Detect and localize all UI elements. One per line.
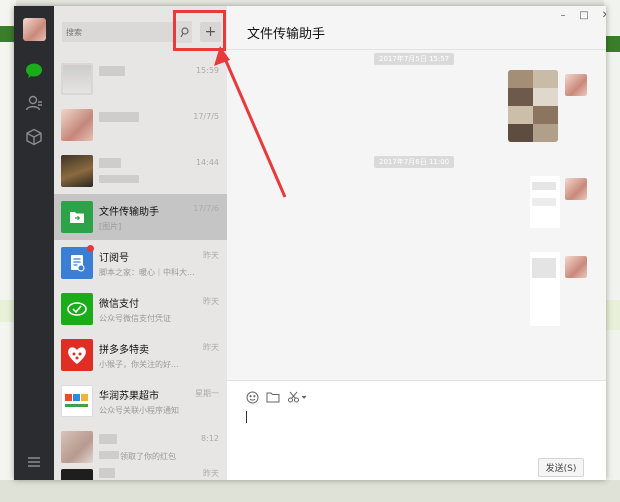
blurred-name (99, 112, 139, 122)
screenshot-scissors-icon[interactable] (286, 389, 308, 405)
menu-icon[interactable] (25, 453, 43, 471)
chat-preview: 公众号微信支付凭证 (99, 314, 171, 323)
chat-list-item-pinduoduo[interactable]: 拼多多特卖 小猴子，你关注的好... 昨天 (54, 332, 227, 378)
blurred-preview (99, 175, 139, 183)
file-transfer-icon (61, 201, 93, 233)
favorites-cube-icon[interactable] (25, 128, 43, 146)
chat-time: 星期一 (195, 389, 219, 398)
chat-time: 昨天 (203, 343, 219, 352)
chat-preview: 小猴子，你关注的好... (99, 360, 179, 369)
chat-avatar (61, 155, 93, 187)
blurred-name (99, 66, 125, 76)
maximize-button[interactable]: □ (577, 10, 591, 21)
chat-name: 文件传输助手 (99, 207, 159, 218)
chat-avatar (61, 109, 93, 141)
nav-rail (14, 6, 54, 480)
search-row: + (54, 6, 227, 56)
desktop-right-edge (604, 0, 620, 502)
message-timestamp: 2017年7月6日 11:00 (374, 156, 455, 168)
chat-list-panel: + 15:59 17/7/5 14:44 (54, 6, 227, 480)
chat-title: 文件传输助手 (247, 27, 326, 42)
chat-time: 17/7/6 (193, 204, 219, 213)
chat-time: 14:44 (195, 158, 219, 167)
chat-time: 昨天 (203, 297, 219, 306)
chat-time: 昨天 (203, 469, 219, 478)
emoji-icon[interactable] (244, 389, 260, 405)
chat-preview: 脚本之家：暖心｜中科大... (99, 268, 195, 277)
chat-list-item-file-transfer[interactable]: 文件传输助手 [图片] 17/7/6 (54, 194, 227, 240)
message-avatar (565, 74, 587, 96)
blurred-name (99, 468, 115, 478)
close-button[interactable]: ✕ (599, 10, 606, 21)
wechat-window: + 15:59 17/7/5 14:44 (14, 6, 606, 480)
message-bubble-blurred[interactable] (530, 176, 560, 228)
chat-list-item-wechat-pay[interactable]: 微信支付 公众号微信支付凭证 昨天 (54, 286, 227, 332)
suguo-logo-icon (61, 385, 93, 417)
message-input-area[interactable]: 发送(S) (227, 380, 606, 480)
chat-nav-icon[interactable] (25, 62, 43, 80)
blurred-name (99, 434, 117, 444)
chat-avatar (61, 63, 93, 95)
wechat-pay-icon (61, 293, 93, 325)
message-avatar (565, 256, 587, 278)
folder-icon[interactable] (265, 389, 281, 405)
chat-preview: 领取了你的红包 (120, 452, 176, 461)
chat-name: 订阅号 (99, 253, 129, 264)
chat-time: 15:59 (195, 66, 219, 75)
send-button[interactable]: 发送(S) (538, 458, 584, 477)
text-cursor (246, 411, 247, 423)
blurred-name (99, 158, 121, 168)
message-image[interactable] (508, 70, 558, 142)
chat-name: 拼多多特卖 (99, 345, 149, 356)
chat-name: 微信支付 (99, 299, 139, 310)
chat-time: 昨天 (203, 251, 219, 260)
annotation-highlight-box (173, 10, 226, 51)
search-input[interactable] (62, 22, 180, 42)
subscription-icon (61, 247, 93, 279)
chat-list-item[interactable]: 14:44 (54, 148, 227, 194)
chat-list-item-suguo[interactable]: 华润苏果超市 公众号关联小程序通知 星期一 (54, 378, 227, 424)
unread-dot (87, 245, 94, 252)
chat-preview: 公众号关联小程序通知 (99, 406, 179, 415)
chat-time: 8:12 (201, 434, 219, 443)
chat-list-item-subscriptions[interactable]: 订阅号 脚本之家：暖心｜中科大... 昨天 (54, 240, 227, 286)
chat-name: 华润苏果超市 (99, 391, 159, 402)
chat-list-item[interactable]: 15:59 (54, 56, 227, 102)
desktop-taskbar (0, 480, 620, 502)
chat-avatar (61, 431, 93, 463)
message-bubble-blurred[interactable] (530, 252, 560, 326)
chat-area: 文件传输助手 – □ ✕ 2017年7月5日 15:57 2017年7月6日 1… (227, 6, 606, 480)
chat-list-item[interactable]: 昨天 (54, 462, 227, 480)
chat-list-item[interactable]: 17/7/5 (54, 102, 227, 148)
search-box[interactable] (62, 22, 180, 42)
message-timestamp: 2017年7月5日 15:57 (374, 53, 455, 65)
blurred-preview (99, 451, 119, 459)
desktop-green-badge (606, 36, 620, 52)
chat-time: 17/7/5 (193, 112, 219, 121)
chat-header: 文件传输助手 – □ ✕ (227, 6, 606, 50)
user-avatar[interactable] (23, 18, 46, 41)
pinduoduo-icon (61, 339, 93, 371)
desktop-strip (604, 300, 620, 330)
minimize-button[interactable]: – (556, 10, 570, 21)
contacts-nav-icon[interactable] (25, 94, 43, 112)
message-avatar (565, 178, 587, 200)
chat-preview: [图片] (99, 222, 122, 231)
chat-avatar (61, 469, 93, 480)
